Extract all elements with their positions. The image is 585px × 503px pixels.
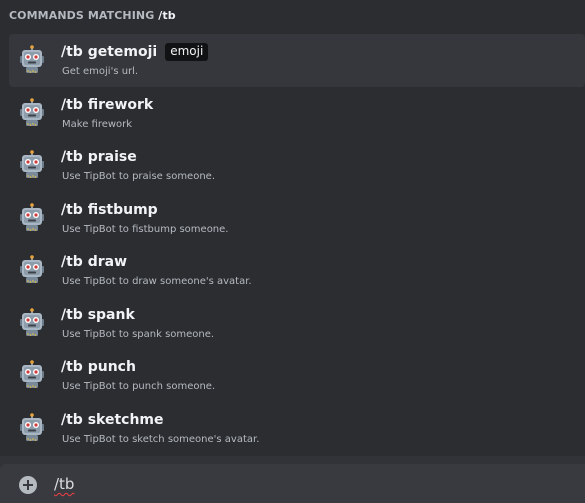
tipbot-robot-avatar-icon	[17, 202, 47, 233]
command-name: /tb praise	[61, 149, 137, 165]
command-item-punch[interactable]: /tb punch Use TipBot to punch someone.	[9, 349, 585, 402]
command-name: /tb draw	[61, 254, 128, 270]
command-description: Get emoji's url.	[62, 66, 139, 77]
command-description: Make firework	[62, 118, 133, 130]
popup-header-label: Commands matching	[9, 9, 155, 22]
command-item-praise[interactable]: /tb praise Use TipBot to praise someone.	[9, 139, 585, 192]
command-description: Use TipBot to sketch someone's avatar.	[62, 433, 260, 445]
command-name-row: /tb praise	[61, 146, 137, 168]
command-item-getemoji[interactable]: /tb getemoji emoji Get emoji's url.	[9, 34, 585, 87]
command-description: Use TipBot to punch someone.	[62, 381, 216, 392]
command-autocomplete-popup: Commands matching /tb /tb getemoji emoji…	[0, 0, 585, 456]
command-description: Use TipBot to draw someone's avatar.	[62, 276, 252, 287]
app-window: Commands matching /tb /tb getemoji emoji…	[0, 0, 585, 503]
command-name-row: /tb spank	[61, 304, 135, 326]
command-name-row: /tb fistbump	[61, 199, 158, 221]
message-input[interactable]: /tb	[54, 475, 74, 493]
command-name: /tb sketchme	[61, 411, 164, 428]
tipbot-robot-avatar-icon	[17, 307, 47, 338]
tipbot-robot-avatar-icon	[17, 255, 47, 285]
message-input-text: /tb	[54, 475, 75, 493]
popup-header: Commands matching /tb	[0, 0, 585, 30]
command-item-firework[interactable]: /tb firework Make firework	[9, 87, 585, 140]
command-item-sketchme[interactable]: /tb sketchme Use TipBot to sketch someon…	[9, 402, 585, 455]
command-name: /tb fistbump	[61, 201, 158, 218]
command-description: Use TipBot to praise someone.	[62, 171, 215, 182]
command-item-draw[interactable]: /tb draw Use TipBot to draw someone's av…	[9, 244, 585, 297]
command-list: /tb getemoji emoji Get emoji's url. /tb …	[9, 34, 585, 454]
command-name: /tb spank	[61, 306, 135, 323]
command-name-row: /tb punch	[61, 356, 136, 378]
command-name-row: /tb getemoji emoji	[61, 41, 209, 63]
command-name: /tb punch	[61, 359, 136, 375]
command-option-tag: emoji	[165, 43, 209, 61]
command-name: /tb getemoji	[61, 44, 158, 60]
command-item-spank[interactable]: /tb spank Use TipBot to spank someone.	[9, 297, 585, 350]
tipbot-robot-avatar-icon	[17, 360, 47, 390]
tipbot-robot-avatar-icon	[17, 45, 47, 75]
tipbot-robot-avatar-icon	[17, 412, 47, 443]
command-name-row: /tb draw	[61, 251, 127, 273]
command-description: Use TipBot to fistbump someone.	[62, 223, 229, 235]
message-input-bar[interactable]: /tb	[0, 464, 585, 503]
tipbot-robot-avatar-icon	[17, 150, 47, 180]
command-description: Use TipBot to spank someone.	[62, 328, 215, 340]
plus-circle-icon[interactable]	[19, 476, 37, 494]
command-name: /tb firework	[61, 96, 154, 113]
popup-header-query: /tb	[158, 9, 176, 22]
tipbot-robot-avatar-icon	[17, 97, 47, 128]
command-name-row: /tb sketchme	[61, 409, 164, 431]
command-name-row: /tb firework	[61, 94, 153, 116]
command-item-fistbump[interactable]: /tb fistbump Use TipBot to fistbump some…	[9, 192, 585, 245]
